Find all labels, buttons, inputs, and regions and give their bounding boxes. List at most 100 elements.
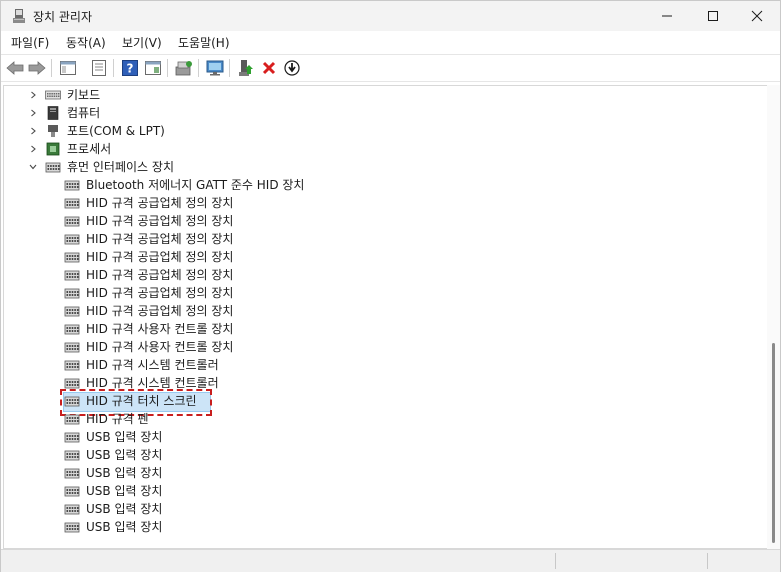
device-label: Bluetooth 저에너지 GATT 준수 HID 장치 [86, 178, 305, 192]
category-row[interactable]: 포트(COM & LPT) [4, 122, 744, 140]
device-row[interactable]: Bluetooth 저에너지 GATT 준수 HID 장치 [4, 176, 744, 194]
chevron-right-icon [31, 127, 36, 135]
chevron-right-icon[interactable] [28, 104, 38, 122]
chevron-right-icon [31, 109, 36, 117]
category-row[interactable]: 프로세서 [4, 140, 744, 158]
device-row[interactable]: HID 규격 공급업체 정의 장치 [4, 230, 744, 248]
maximize-button[interactable] [690, 1, 736, 31]
monitor-button[interactable] [205, 58, 225, 78]
keyboard-icon [45, 88, 61, 102]
menu-file[interactable]: 파일(F) [11, 34, 49, 51]
properties-button[interactable] [89, 58, 109, 78]
hid-device-icon [64, 268, 80, 282]
device-row[interactable]: USB 입력 장치 [4, 482, 744, 500]
scan-hardware-button[interactable] [174, 58, 194, 78]
device-manager-window: 장치 관리자 파일(F) 동작(A) 보기(V) 도움말(H) ? 키보드 컴퓨… [0, 0, 781, 572]
category-label: 컴퓨터 [67, 106, 101, 120]
hid-device-icon [64, 522, 80, 533]
chevron-down-icon[interactable] [28, 158, 38, 176]
update-driver-button[interactable] [236, 58, 256, 78]
uninstall-button[interactable] [259, 58, 279, 78]
chevron-right-icon[interactable] [28, 122, 38, 140]
device-label: HID 규격 공급업체 정의 장치 [86, 304, 234, 318]
device-label: HID 규격 터치 스크린 [86, 394, 197, 408]
category-label: 키보드 [67, 88, 101, 102]
update-driver-icon [284, 60, 300, 76]
category-row[interactable]: 컴퓨터 [4, 104, 744, 122]
device-row[interactable]: USB 입력 장치 [4, 428, 744, 446]
hid-category-icon [45, 162, 61, 173]
device-row[interactable]: HID 규격 공급업체 정의 장치 [4, 266, 744, 284]
toolbar: ? [1, 54, 780, 82]
device-row[interactable]: HID 규격 공급업체 정의 장치 [4, 302, 744, 320]
menu-help[interactable]: 도움말(H) [178, 34, 230, 51]
scrollbar-thumb[interactable] [772, 343, 775, 543]
device-label: USB 입력 장치 [86, 502, 163, 516]
hid-device-icon [64, 340, 80, 354]
device-row[interactable]: USB 입력 장치 [4, 518, 744, 536]
hid-device-icon [64, 180, 80, 191]
toolbar-separator [229, 59, 230, 77]
properties-icon [60, 61, 76, 75]
hid-device-icon [64, 306, 80, 317]
chevron-right-icon [31, 91, 36, 99]
toolbar-separator [167, 59, 168, 77]
hid-device-icon [64, 196, 80, 210]
hid-device-icon [64, 178, 80, 192]
device-row-selected[interactable]: HID 규격 터치 스크린 [4, 392, 744, 410]
device-label: USB 입력 장치 [86, 520, 163, 534]
console-tree-button[interactable] [58, 58, 78, 78]
vertical-scrollbar[interactable] [767, 85, 780, 549]
device-row[interactable]: HID 규격 사용자 컨트롤 장치 [4, 320, 744, 338]
category-row[interactable]: 키보드 [4, 86, 744, 104]
back-button[interactable] [5, 58, 25, 78]
device-label: USB 입력 장치 [86, 466, 163, 480]
toolbar-separator [51, 59, 52, 77]
device-row[interactable]: HID 규격 펜 [4, 410, 744, 428]
close-button[interactable] [734, 1, 780, 31]
chevron-right-icon[interactable] [28, 86, 38, 104]
device-row[interactable]: HID 규격 공급업체 정의 장치 [4, 194, 744, 212]
device-row[interactable]: HID 규격 사용자 컨트롤 장치 [4, 338, 744, 356]
download-driver-button[interactable] [282, 58, 302, 78]
monitor-icon [206, 60, 224, 76]
hid-device-icon [64, 448, 80, 462]
keyboard-icon [45, 90, 61, 100]
device-row[interactable]: HID 규격 공급업체 정의 장치 [4, 284, 744, 302]
device-row[interactable]: HID 규격 시스템 컨트롤러 [4, 356, 744, 374]
hid-device-icon [64, 412, 80, 426]
hid-device-icon [64, 414, 80, 425]
hid-device-icon [64, 232, 80, 246]
device-row[interactable]: USB 입력 장치 [4, 464, 744, 482]
device-row[interactable]: USB 입력 장치 [4, 446, 744, 464]
title-bar[interactable]: 장치 관리자 [1, 1, 780, 31]
hid-device-icon [64, 250, 80, 264]
help-button[interactable]: ? [120, 58, 140, 78]
hid-device-icon [64, 358, 80, 372]
device-tree[interactable]: 키보드컴퓨터포트(COM & LPT) 프로세서 휴먼 인터페이스 장치 Blueto… [3, 85, 768, 549]
view-button[interactable] [143, 58, 163, 78]
hid-category-icon [45, 160, 61, 174]
menu-action[interactable]: 동작(A) [66, 34, 106, 51]
device-row[interactable]: USB 입력 장치 [4, 500, 744, 518]
hid-device-icon [64, 322, 80, 336]
category-row[interactable]: 휴먼 인터페이스 장치 [4, 158, 744, 176]
chevron-down-icon [29, 164, 37, 170]
chevron-right-icon[interactable] [28, 140, 38, 158]
menu-bar: 파일(F) 동작(A) 보기(V) 도움말(H) [1, 31, 780, 53]
svg-text:?: ? [127, 62, 134, 76]
scan-hardware-icon [175, 61, 192, 76]
status-bar [1, 549, 780, 572]
device-row[interactable]: HID 규격 공급업체 정의 장치 [4, 248, 744, 266]
port-icon [45, 124, 61, 138]
device-manager-app-icon [13, 9, 25, 23]
port-icon [48, 125, 58, 137]
device-row[interactable]: HID 규격 공급업체 정의 장치 [4, 212, 744, 230]
add-driver-icon [239, 60, 253, 76]
forward-button[interactable] [27, 58, 47, 78]
hid-device-icon [64, 484, 80, 498]
device-label: HID 규격 공급업체 정의 장치 [86, 268, 234, 282]
menu-view[interactable]: 보기(V) [122, 34, 162, 51]
minimize-button[interactable] [644, 1, 690, 31]
device-label: HID 규격 시스템 컨트롤러 [86, 358, 219, 372]
